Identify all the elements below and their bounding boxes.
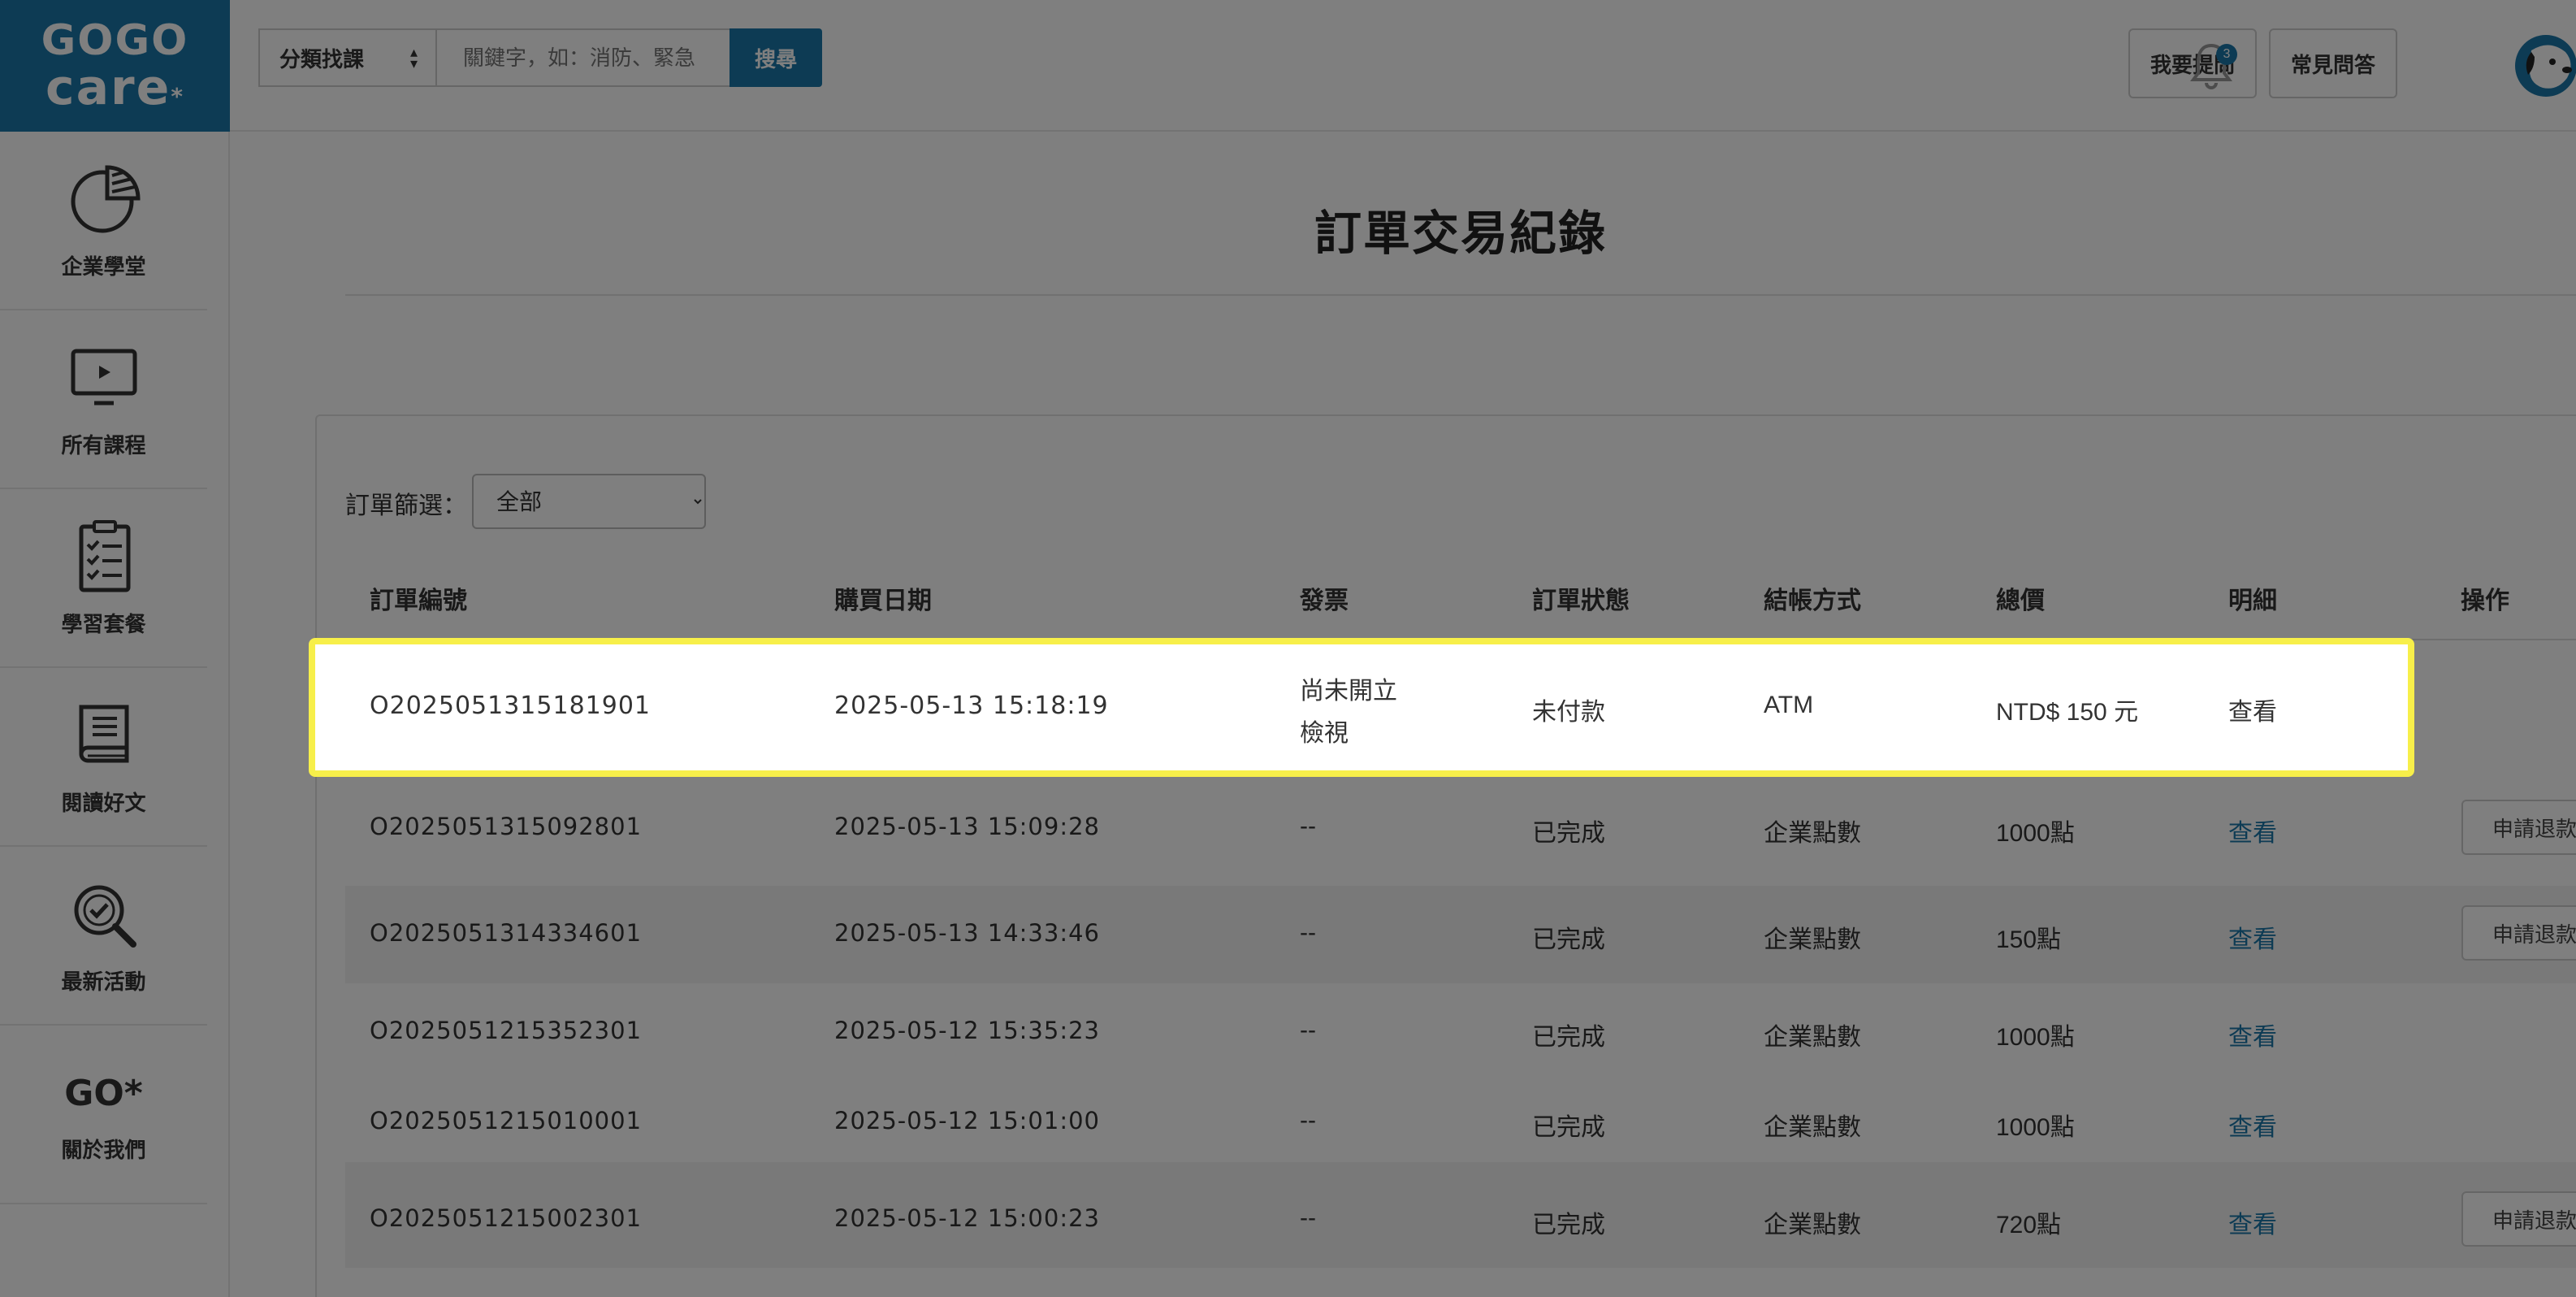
invoice-status: -- (1300, 1017, 1316, 1043)
sidebar-item-about-us[interactable]: GO* 關於我們 (0, 1026, 207, 1204)
payment-method: 企業點數 (1764, 1114, 1861, 1141)
checklist-icon (79, 519, 130, 592)
category-select[interactable]: 分類找課 ▴ ▾ (258, 28, 435, 87)
order-filter-select[interactable]: 全部 (472, 474, 706, 529)
refund-request-button[interactable]: 申請退款 (2461, 1191, 2576, 1247)
order-date: 2025-05-13 14:33:46 (834, 919, 1100, 947)
pie-chart-icon (71, 164, 141, 232)
search-button[interactable]: 搜尋 (730, 28, 822, 87)
col-header-payment: 結帳方式 (1764, 588, 1861, 614)
magnifier-check-icon (74, 885, 136, 948)
order-date: 2025-05-12 15:00:23 (834, 1204, 1100, 1232)
order-id: O2025051215352301 (370, 1017, 643, 1044)
view-detail-link[interactable]: 查看 (2228, 813, 2277, 848)
highlighted-order-row: O2025051315181901 2025-05-13 15:18:19 尚未… (309, 638, 2414, 777)
book-icon (79, 705, 128, 762)
view-detail-link[interactable]: 查看 (2228, 1017, 2277, 1052)
sidebar-item-reading[interactable]: 閱讀好文 (0, 668, 207, 847)
title-divider (345, 294, 2576, 296)
sidebar-item-label: 關於我們 (61, 1137, 146, 1162)
order-date: 2025-05-13 15:18:19 (834, 692, 1109, 720)
refund-request-button[interactable]: 申請退款 (2461, 800, 2576, 855)
col-header-total: 總價 (1996, 588, 2045, 614)
view-detail-link[interactable]: 查看 (2228, 692, 2277, 727)
sidebar-item-enterprise-academy[interactable]: 企業學堂 (0, 132, 207, 310)
view-detail-link[interactable]: 查看 (2228, 1107, 2277, 1143)
order-total: 720點 (1996, 1212, 2062, 1238)
faq-button[interactable]: 常見問答 (2269, 28, 2397, 98)
payment-method: 企業點數 (1764, 1024, 1861, 1051)
gogocare-logo[interactable]: GOGO care* (0, 0, 230, 132)
order-id: O2025051215010001 (370, 1107, 643, 1134)
search-input[interactable] (435, 28, 731, 87)
invoice-status: -- (1300, 1107, 1316, 1134)
payment-method: 企業點數 (1764, 926, 1861, 953)
order-id: O2025051314334601 (370, 919, 643, 947)
sidebar-item-label: 學習套餐 (61, 611, 146, 636)
order-total: 1000點 (1996, 820, 2075, 847)
sidebar-item-label: 最新活動 (61, 969, 146, 994)
order-filter-label: 訂單篩選： (345, 492, 467, 519)
view-detail-link[interactable]: 查看 (2228, 1204, 2277, 1240)
order-date: 2025-05-12 15:35:23 (834, 1017, 1100, 1044)
col-header-order-id: 訂單編號 (370, 588, 467, 614)
order-status: 已完成 (1532, 820, 1605, 847)
col-header-detail: 明細 (2228, 588, 2277, 614)
order-date: 2025-05-12 15:01:00 (834, 1107, 1100, 1134)
sidebar-item-learning-packages[interactable]: 學習套餐 (0, 489, 207, 668)
col-header-status: 訂單狀態 (1532, 588, 1630, 614)
order-status: 未付款 (1532, 699, 1605, 726)
col-header-date: 購買日期 (834, 588, 932, 614)
payment-method: 企業點數 (1764, 1212, 1861, 1238)
sidebar-item-all-courses[interactable]: 所有課程 (0, 310, 207, 489)
order-id: O2025051215002301 (370, 1204, 643, 1232)
order-date: 2025-05-13 15:09:28 (834, 813, 1100, 840)
logo-line1: GOGO (41, 16, 189, 65)
monitor-play-icon (71, 349, 136, 405)
view-detail-link[interactable]: 查看 (2228, 919, 2277, 955)
order-status: 已完成 (1532, 1212, 1605, 1238)
sidebar: GOGO care* 企業學堂 所有課程 學習套餐 閱讀好文 最新活動 GO* … (0, 0, 230, 1297)
invoice-view-link[interactable]: 檢視 (1300, 713, 1349, 748)
order-status: 已完成 (1532, 1024, 1605, 1051)
order-total: 150點 (1996, 926, 2062, 953)
invoice-status: -- (1300, 1204, 1316, 1231)
sidebar-item-label: 企業學堂 (61, 254, 146, 279)
col-header-action: 操作 (2461, 588, 2509, 614)
order-status: 已完成 (1532, 926, 1605, 953)
user-avatar[interactable] (2507, 34, 2576, 98)
order-total: 1000點 (1996, 1024, 2075, 1051)
refund-request-button[interactable]: 申請退款 (2461, 905, 2576, 961)
invoice-status: -- (1300, 919, 1316, 946)
payment-method: 企業點數 (1764, 820, 1861, 847)
select-arrows-icon: ▴ ▾ (409, 44, 418, 72)
invoice-status: -- (1300, 813, 1316, 839)
sidebar-item-latest-events[interactable]: 最新活動 (0, 847, 207, 1026)
sidebar-item-label: 所有課程 (61, 432, 146, 458)
invoice-status: 尚未開立 (1300, 678, 1397, 705)
order-id: O2025051315092801 (370, 813, 643, 840)
page-title: 訂單交易紀錄 (1314, 207, 1607, 260)
category-select-label: 分類找課 (279, 46, 365, 72)
order-id: O2025051315181901 (370, 692, 652, 720)
payment-method: ATM (1764, 692, 1814, 718)
order-total: NTD$ 150 元 (1996, 699, 2139, 726)
sidebar-item-label: 閱讀好文 (61, 790, 146, 815)
notification-badge: 3 (2216, 44, 2237, 65)
go-logo-icon: GO* (64, 1073, 143, 1114)
order-status: 已完成 (1532, 1114, 1605, 1141)
logo-line2: care* (45, 59, 184, 116)
order-total: 1000點 (1996, 1114, 2075, 1141)
col-header-invoice: 發票 (1300, 588, 1349, 614)
